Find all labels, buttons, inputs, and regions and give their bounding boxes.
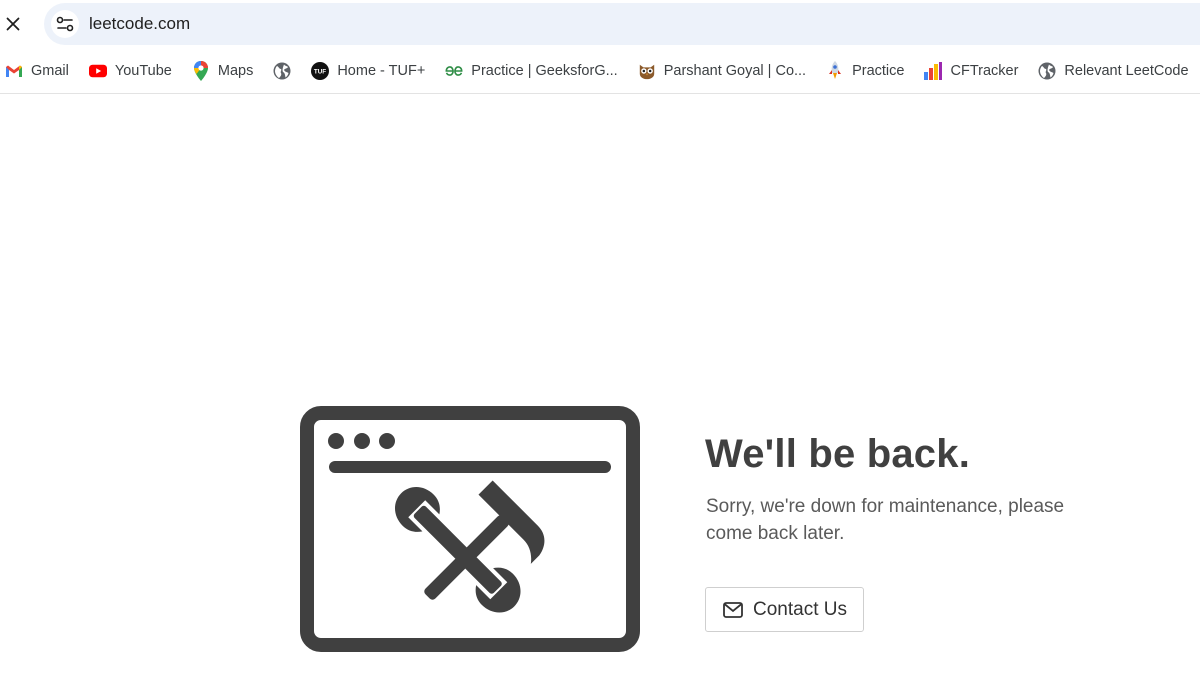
- contact-us-button[interactable]: Contact Us: [705, 587, 864, 632]
- svg-text:TUF: TUF: [314, 68, 326, 75]
- address-bar[interactable]: leetcode.com: [44, 3, 1200, 45]
- bookmark-youtube[interactable]: YouTube: [88, 56, 172, 86]
- maps-icon: [192, 60, 210, 81]
- youtube-icon: [88, 62, 107, 80]
- bar-chart-icon: [924, 61, 943, 80]
- rocket-icon: [826, 60, 844, 80]
- bookmark-label: Practice: [852, 62, 905, 79]
- url-text[interactable]: leetcode.com: [89, 14, 190, 34]
- bookmark-label: Maps: [217, 62, 254, 79]
- maintenance-message: Sorry, we're down for maintenance, pleas…: [706, 496, 1065, 544]
- bookmark-label: Home - TUF+: [337, 62, 426, 79]
- owl-icon: [638, 62, 656, 80]
- tuf-icon: TUF: [311, 61, 330, 80]
- tune-icon: [56, 16, 74, 32]
- mail-icon: [723, 600, 743, 620]
- globe-icon: [273, 62, 291, 80]
- bookmark-label: Relevant LeetCode: [1064, 62, 1189, 79]
- bookmark-gmail[interactable]: Gmail: [5, 56, 69, 86]
- bookmark-globe[interactable]: [273, 56, 291, 86]
- page-title: We'll be back.: [705, 432, 971, 476]
- close-icon: [6, 17, 20, 31]
- contact-us-label: Contact Us: [753, 598, 847, 620]
- bookmark-practice[interactable]: Practice: [826, 56, 904, 86]
- bookmark-geeksforgeeks[interactable]: Practice | GeeksforG...: [445, 56, 618, 86]
- bookmark-parshant-goyal[interactable]: Parshant Goyal | Co...: [638, 56, 806, 86]
- bookmark-cftracker[interactable]: CFTracker: [924, 56, 1018, 86]
- bookmark-label: Parshant Goyal | Co...: [663, 62, 807, 79]
- gfg-icon: [445, 62, 463, 80]
- gmail-icon: [5, 62, 23, 80]
- bookmark-relevant-leetcode[interactable]: Relevant LeetCode: [1038, 56, 1189, 86]
- bookmark-label: Practice | GeeksforG...: [471, 62, 618, 79]
- bookmark-label: YouTube: [114, 62, 172, 79]
- bookmarks-bar: Gmail YouTube Maps TUF Home - TUF+ Pract…: [0, 48, 1200, 94]
- bookmark-label: CFTracker: [950, 62, 1019, 79]
- bookmark-maps[interactable]: Maps: [192, 56, 253, 86]
- maintenance-illustration-icon: [300, 406, 640, 652]
- globe-icon: [1038, 62, 1056, 80]
- bookmark-label: Gmail: [31, 62, 69, 79]
- close-tab-button[interactable]: [0, 10, 26, 38]
- browser-toolbar: leetcode.com: [0, 0, 1200, 48]
- site-info-button[interactable]: [51, 10, 79, 38]
- bookmark-tuf[interactable]: TUF Home - TUF+: [311, 56, 425, 86]
